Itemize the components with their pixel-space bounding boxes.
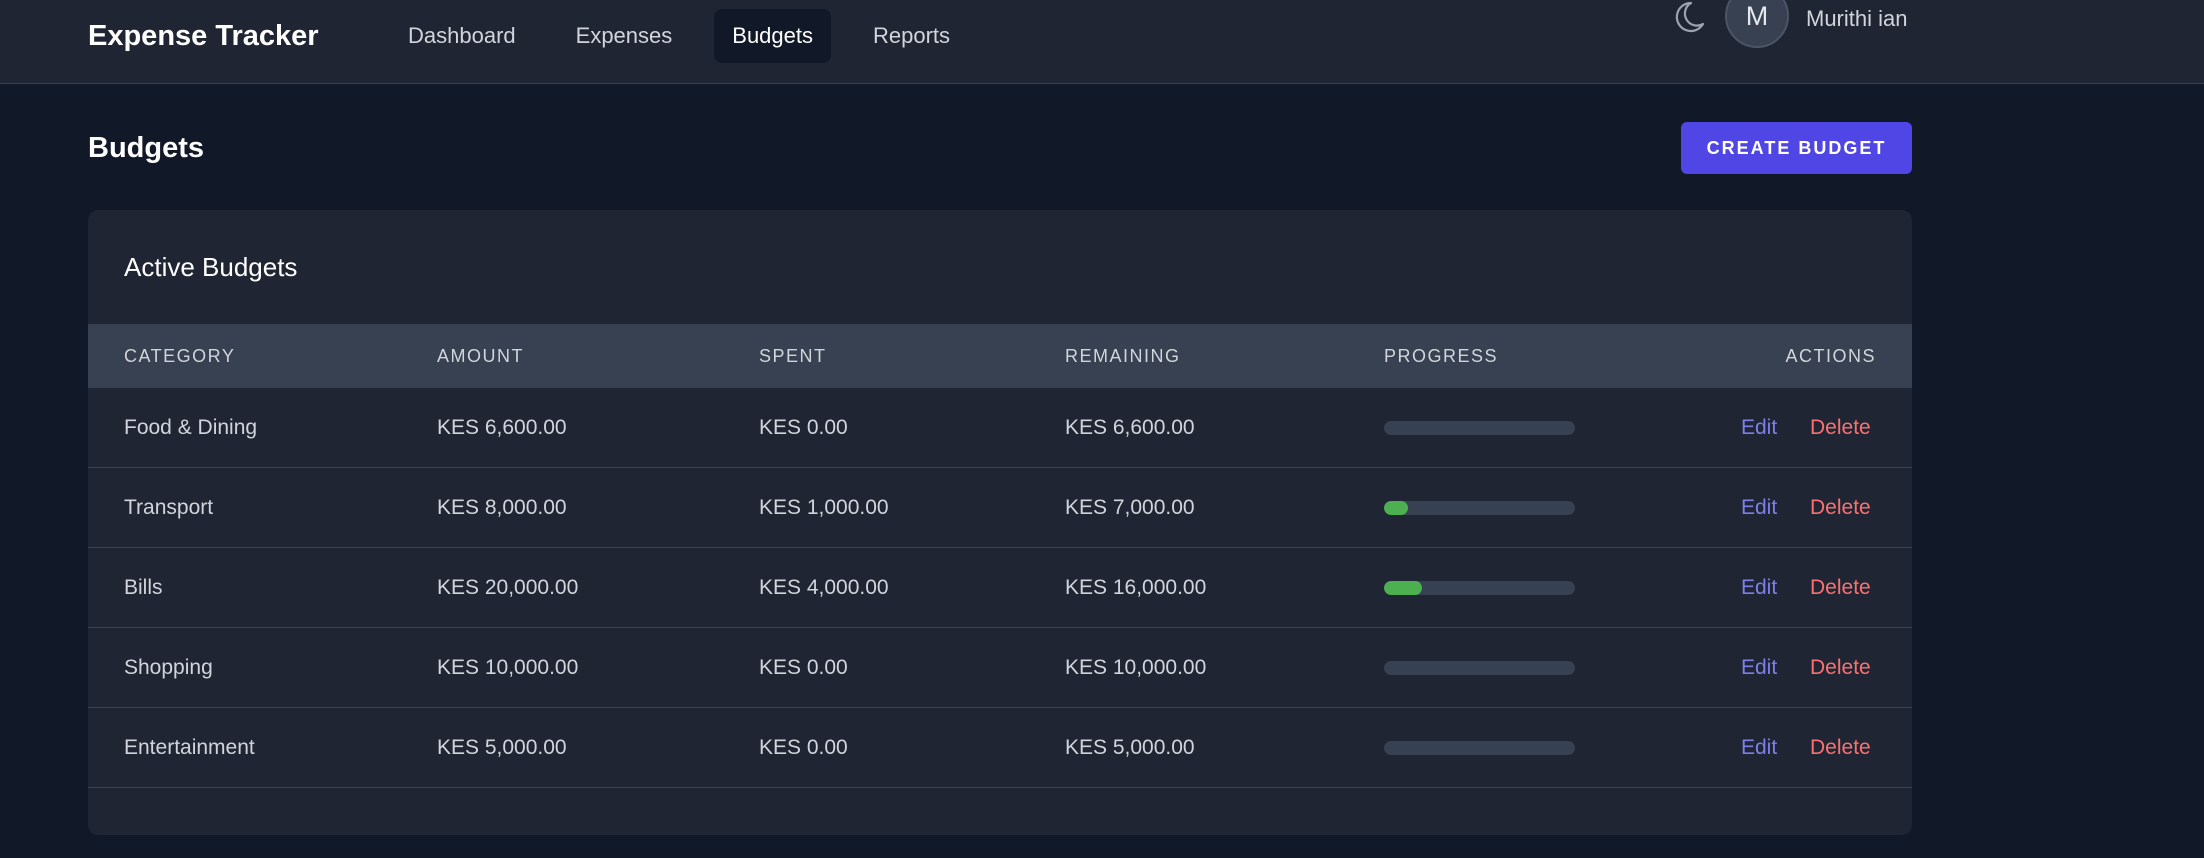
moon-icon (1675, 1, 1705, 33)
main-nav: Dashboard Expenses Budgets Reports (390, 9, 992, 63)
progress-bar (1384, 421, 1575, 435)
progress-fill (1384, 501, 1408, 515)
delete-button[interactable]: Delete (1810, 548, 1871, 627)
app-brand[interactable]: Expense Tracker (88, 17, 319, 55)
table-row: Transport KES 8,000.00 KES 1,000.00 KES … (88, 468, 1912, 548)
edit-button[interactable]: Edit (1741, 468, 1777, 547)
cell-category: Food & Dining (124, 416, 258, 439)
edit-button[interactable]: Edit (1741, 708, 1777, 787)
cell-spent: KES 1,000.00 (759, 496, 889, 519)
cell-spent: KES 0.00 (759, 416, 848, 439)
cell-spent: KES 4,000.00 (759, 576, 889, 599)
delete-button[interactable]: Delete (1810, 388, 1871, 467)
theme-toggle-button[interactable] (1666, 0, 1706, 36)
table-row: Entertainment KES 5,000.00 KES 0.00 KES … (88, 708, 1912, 788)
active-budgets-card: Active Budgets CATEGORY AMOUNT SPENT REM… (88, 210, 1912, 835)
edit-button[interactable]: Edit (1741, 628, 1777, 707)
cell-spent: KES 0.00 (759, 656, 848, 679)
edit-button[interactable]: Edit (1741, 548, 1777, 627)
delete-button[interactable]: Delete (1810, 708, 1871, 787)
table-row: Food & Dining KES 6,600.00 KES 0.00 KES … (88, 388, 1912, 468)
header-amount: AMOUNT (437, 346, 524, 366)
cell-remaining: KES 7,000.00 (1065, 496, 1195, 519)
header-spent: SPENT (759, 346, 827, 366)
cell-amount: KES 10,000.00 (437, 656, 579, 679)
user-name[interactable]: Murithi ian (1806, 5, 1907, 33)
cell-remaining: KES 10,000.00 (1065, 656, 1207, 679)
progress-fill (1384, 581, 1423, 595)
nav-item-dashboard[interactable]: Dashboard (390, 9, 534, 63)
header-progress: PROGRESS (1384, 346, 1499, 366)
cell-category: Shopping (124, 656, 213, 679)
nav-item-budgets[interactable]: Budgets (714, 9, 831, 63)
cell-category: Transport (124, 496, 214, 519)
progress-bar (1384, 661, 1575, 675)
cell-spent: KES 0.00 (759, 736, 848, 759)
progress-bar (1384, 501, 1575, 515)
create-budget-button[interactable]: CREATE BUDGET (1681, 122, 1912, 174)
cell-category: Bills (124, 576, 163, 599)
top-navbar: Expense Tracker Dashboard Expenses Budge… (0, 0, 2204, 84)
cell-remaining: KES 16,000.00 (1065, 576, 1207, 599)
cell-amount: KES 6,600.00 (437, 416, 567, 439)
header-actions: ACTIONS (1785, 346, 1876, 366)
nav-item-reports[interactable]: Reports (855, 9, 968, 63)
nav-item-expenses[interactable]: Expenses (558, 9, 691, 63)
header-category: CATEGORY (124, 346, 236, 366)
page-title: Budgets (88, 132, 204, 164)
edit-button[interactable]: Edit (1741, 388, 1777, 467)
cell-amount: KES 20,000.00 (437, 576, 579, 599)
avatar[interactable]: M (1725, 0, 1789, 48)
cell-category: Entertainment (124, 736, 255, 759)
progress-bar (1384, 741, 1575, 755)
table-header: CATEGORY AMOUNT SPENT REMAINING PROGRESS… (88, 324, 1912, 388)
table-row: Shopping KES 10,000.00 KES 0.00 KES 10,0… (88, 628, 1912, 708)
delete-button[interactable]: Delete (1810, 628, 1871, 707)
delete-button[interactable]: Delete (1810, 468, 1871, 547)
header-remaining: REMAINING (1065, 346, 1181, 366)
progress-bar (1384, 581, 1575, 595)
cell-remaining: KES 5,000.00 (1065, 736, 1195, 759)
cell-amount: KES 8,000.00 (437, 496, 567, 519)
card-title: Active Budgets (124, 252, 298, 282)
cell-remaining: KES 6,600.00 (1065, 416, 1195, 439)
cell-amount: KES 5,000.00 (437, 736, 567, 759)
table-row: Bills KES 20,000.00 KES 4,000.00 KES 16,… (88, 548, 1912, 628)
